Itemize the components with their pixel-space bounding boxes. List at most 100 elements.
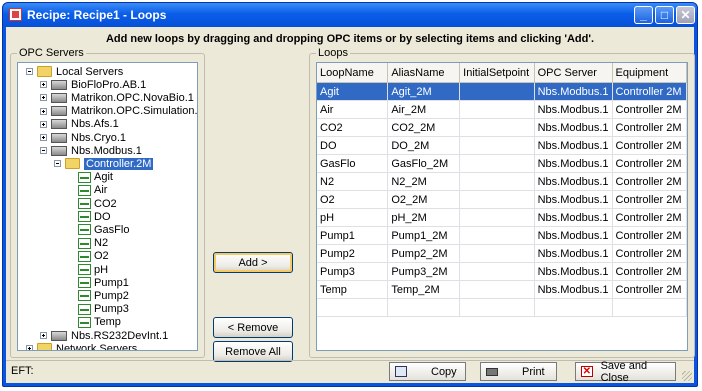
expand-icon[interactable] xyxy=(40,120,47,128)
table-cell[interactable] xyxy=(459,298,535,317)
table-row[interactable]: Temp Temp_2M Nbs.Modbus.1 Controller 2M xyxy=(317,280,687,299)
minimize-button[interactable]: _ xyxy=(634,6,653,24)
collapse-icon[interactable] xyxy=(54,160,61,168)
table-cell[interactable]: Agit xyxy=(317,82,389,101)
expand-icon[interactable] xyxy=(26,345,33,350)
table-cell[interactable]: Nbs.Modbus.1 xyxy=(534,118,613,137)
table-cell[interactable]: pH xyxy=(317,208,389,227)
table-cell[interactable]: Temp xyxy=(317,280,389,299)
table-cell[interactable]: Temp_2M xyxy=(387,280,461,299)
column-header[interactable]: Equipment xyxy=(612,63,687,83)
table-cell[interactable]: CO2 xyxy=(317,118,389,137)
table-cell[interactable] xyxy=(459,136,535,155)
table-cell[interactable]: N2 xyxy=(317,172,389,191)
table-cell[interactable]: DO_2M xyxy=(387,136,461,155)
expand-icon[interactable] xyxy=(40,94,47,102)
table-cell[interactable]: Controller 2M xyxy=(612,154,687,173)
table-row[interactable]: Air Air_2M Nbs.Modbus.1 Controller 2M xyxy=(317,100,687,119)
add-button[interactable]: Add > xyxy=(213,252,293,273)
save-close-button[interactable]: ✕ Save and Close xyxy=(575,360,676,384)
table-cell[interactable] xyxy=(459,208,535,227)
table-cell[interactable]: Pump1_2M xyxy=(387,226,461,245)
column-header[interactable]: LoopName xyxy=(317,63,389,83)
table-cell[interactable]: Agit_2M xyxy=(387,82,461,101)
table-cell[interactable] xyxy=(459,172,535,191)
collapse-icon[interactable] xyxy=(40,147,47,155)
column-header[interactable]: AliasName xyxy=(387,63,461,83)
table-row[interactable]: Pump3 Pump3_2M Nbs.Modbus.1 Controller 2M xyxy=(317,262,687,281)
tree-network-servers[interactable]: Network Servers xyxy=(26,341,137,350)
table-cell[interactable]: pH_2M xyxy=(387,208,461,227)
table-cell[interactable]: O2 xyxy=(317,190,389,209)
remove-all-button[interactable]: Remove All xyxy=(213,341,293,362)
table-cell[interactable]: O2_2M xyxy=(387,190,461,209)
table-cell[interactable]: Nbs.Modbus.1 xyxy=(534,190,613,209)
table-cell[interactable] xyxy=(459,226,535,245)
column-header[interactable]: InitialSetpoint xyxy=(459,63,535,83)
remove-button[interactable]: < Remove xyxy=(213,317,293,338)
table-cell[interactable]: N2_2M xyxy=(387,172,461,191)
table-cell[interactable] xyxy=(459,262,535,281)
table-cell[interactable] xyxy=(459,82,535,101)
copy-button[interactable]: Copy xyxy=(389,362,466,381)
table-cell[interactable]: Nbs.Modbus.1 xyxy=(534,172,613,191)
table-cell[interactable]: GasFlo xyxy=(317,154,389,173)
table-cell[interactable] xyxy=(612,298,687,317)
table-cell[interactable]: Controller 2M xyxy=(612,190,687,209)
table-cell[interactable]: Nbs.Modbus.1 xyxy=(534,82,613,101)
table-row[interactable]: Pump2 Pump2_2M Nbs.Modbus.1 Controller 2M xyxy=(317,244,687,263)
table-cell[interactable]: Nbs.Modbus.1 xyxy=(534,280,613,299)
table-cell[interactable]: Pump1 xyxy=(317,226,389,245)
table-row[interactable]: GasFlo GasFlo_2M Nbs.Modbus.1 Controller 2M xyxy=(317,154,687,173)
expand-icon[interactable] xyxy=(40,134,47,141)
table-cell[interactable] xyxy=(459,244,535,263)
expand-icon[interactable] xyxy=(40,107,47,115)
table-row[interactable]: Pump1 Pump1_2M Nbs.Modbus.1 Controller 2M xyxy=(317,226,687,245)
table-cell[interactable] xyxy=(459,154,535,173)
table-cell[interactable]: Controller 2M xyxy=(612,172,687,191)
table-cell[interactable]: Air_2M xyxy=(387,100,461,119)
table-cell[interactable]: Nbs.Modbus.1 xyxy=(534,100,613,119)
table-cell[interactable]: Nbs.Modbus.1 xyxy=(534,262,613,281)
close-button[interactable]: ✕ xyxy=(676,6,695,24)
table-cell[interactable]: Controller 2M xyxy=(612,82,687,101)
table-cell[interactable] xyxy=(459,280,535,299)
table-cell[interactable] xyxy=(459,118,535,137)
table-cell[interactable]: Pump2_2M xyxy=(387,244,461,263)
column-header[interactable]: OPC Server xyxy=(534,63,613,83)
table-cell[interactable]: Controller 2M xyxy=(612,262,687,281)
table-cell[interactable] xyxy=(534,298,613,317)
print-button[interactable]: Print xyxy=(480,362,557,381)
table-cell[interactable]: DO xyxy=(317,136,389,155)
opc-server-tree[interactable]: Local Servers BioFloPro.AB.1 Matrikon.OPC.… xyxy=(17,62,198,351)
table-cell[interactable]: Controller 2M xyxy=(612,244,687,263)
table-cell[interactable]: Nbs.Modbus.1 xyxy=(534,244,613,263)
table-cell[interactable]: Pump2 xyxy=(317,244,389,263)
table-cell[interactable]: Nbs.Modbus.1 xyxy=(534,208,613,227)
table-row[interactable]: O2 O2_2M Nbs.Modbus.1 Controller 2M xyxy=(317,190,687,209)
title-bar[interactable]: Recipe: Recipe1 - Loops _ □ ✕ xyxy=(3,3,697,27)
table-cell[interactable]: Controller 2M xyxy=(612,118,687,137)
table-new-row[interactable] xyxy=(317,298,687,317)
table-cell[interactable]: Controller 2M xyxy=(612,226,687,245)
resize-grip[interactable] xyxy=(682,371,692,381)
table-cell[interactable]: GasFlo_2M xyxy=(387,154,461,173)
expand-icon[interactable] xyxy=(40,81,47,89)
table-cell[interactable]: Nbs.Modbus.1 xyxy=(534,154,613,173)
table-cell[interactable]: Pump3_2M xyxy=(387,262,461,281)
loops-grid[interactable]: LoopName AliasName InitialSetpoint OPC Serv… xyxy=(316,62,688,351)
table-row[interactable]: CO2 CO2_2M Nbs.Modbus.1 Controller 2M xyxy=(317,118,687,137)
table-cell[interactable] xyxy=(459,190,535,209)
maximize-button[interactable]: □ xyxy=(655,6,674,24)
table-cell[interactable]: Air xyxy=(317,100,389,119)
table-cell[interactable] xyxy=(317,298,389,317)
table-cell[interactable] xyxy=(459,100,535,119)
table-row[interactable]: pH pH_2M Nbs.Modbus.1 Controller 2M xyxy=(317,208,687,227)
table-cell[interactable]: Pump3 xyxy=(317,262,389,281)
table-row[interactable]: N2 N2_2M Nbs.Modbus.1 Controller 2M xyxy=(317,172,687,191)
table-cell[interactable]: Controller 2M xyxy=(612,136,687,155)
table-cell[interactable]: Nbs.Modbus.1 xyxy=(534,136,613,155)
table-row[interactable]: Agit Agit_2M Nbs.Modbus.1 Controller 2M xyxy=(317,82,687,101)
collapse-icon[interactable] xyxy=(26,68,33,75)
table-cell[interactable]: Nbs.Modbus.1 xyxy=(534,226,613,245)
